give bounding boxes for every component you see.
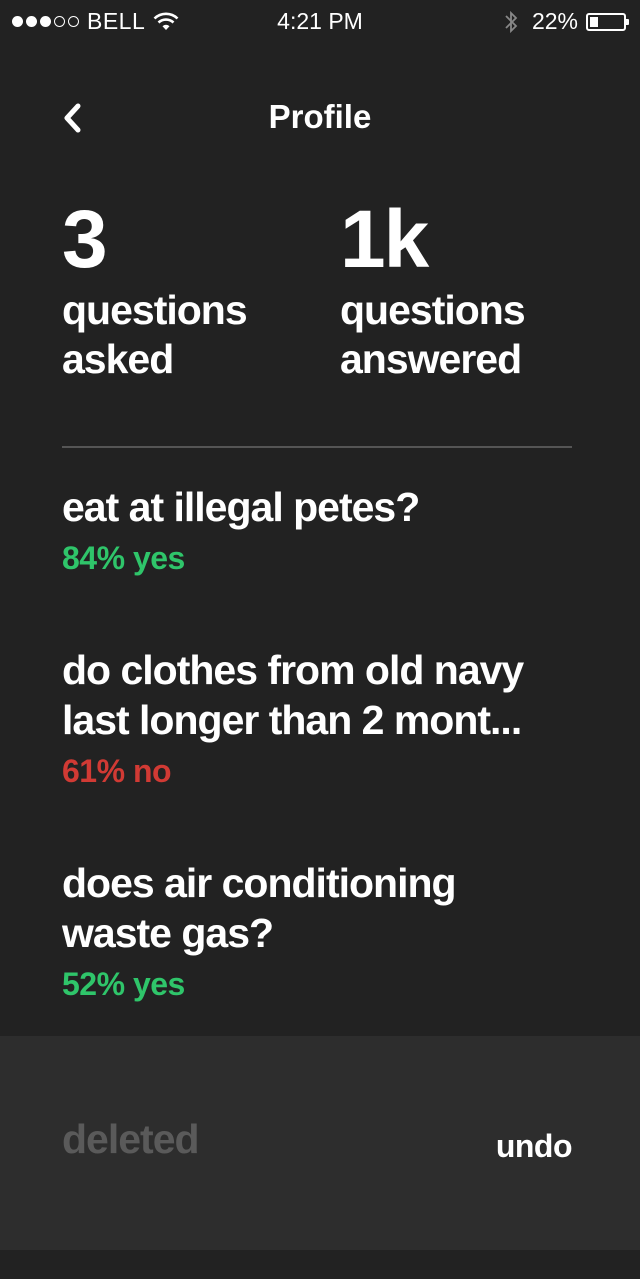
stat-questions-answered: 1k questions answered [340,194,526,384]
status-bar: BELL 4:21 PM 22% [0,0,640,48]
question-title-line: waste gas? [62,910,274,956]
stat-value: 1k [340,194,429,285]
question-item[interactable]: eat at illegal petes? 84% yes [62,482,572,578]
battery-icon [586,12,629,31]
stat-questions-asked: 3 questions asked [62,194,248,384]
bluetooth-icon [505,10,518,33]
stat-label-line: questions [340,287,526,333]
battery-percent: 22% [531,8,578,34]
undo-button[interactable]: undo [496,1128,573,1165]
deleted-toast: deleted undo [0,1036,640,1250]
stat-label-line: questions [62,287,248,333]
question-result: 61% no [62,753,172,789]
divider [62,446,572,448]
question-title-line: last longer than 2 mont... [62,697,522,743]
question-result: 84% yes [62,540,185,576]
question-item[interactable]: do clothes from old navy last longer tha… [62,645,572,791]
page-title: Profile [268,98,372,135]
status-right: 22% [504,8,629,35]
stat-label: questions answered [340,286,526,384]
question-title-line: do clothes from old navy [62,647,524,693]
stat-label: questions asked [62,286,248,384]
stat-label-line: asked [62,336,174,382]
question-title: eat at illegal petes? [62,484,420,530]
question-result: 52% yes [62,966,185,1002]
stat-value: 3 [62,194,108,285]
stat-label-line: answered [340,336,522,382]
question-item[interactable]: does air conditioning waste gas? 52% yes [62,858,572,1004]
question-title-line: does air conditioning [62,860,457,906]
deleted-label: deleted [62,1116,200,1162]
